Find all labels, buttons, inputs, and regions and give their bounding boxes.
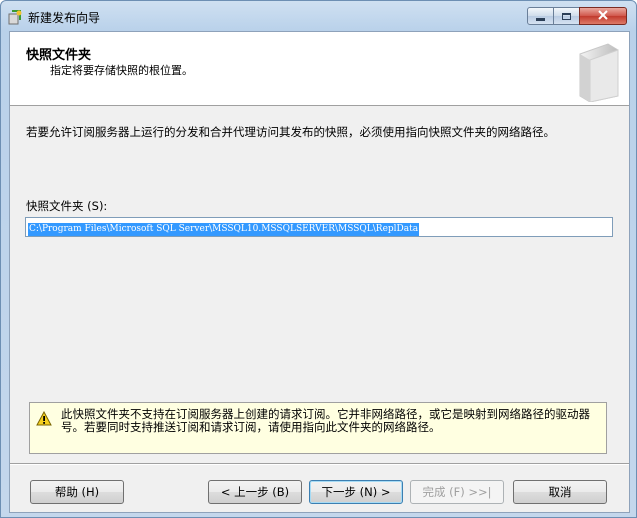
close-button[interactable] [579, 7, 627, 25]
snapshot-folder-input[interactable]: C:\Program Files\Microsoft SQL Server\MS… [25, 217, 613, 237]
previous-button[interactable]: < 上一步 (B) [208, 480, 302, 504]
wizard-body: 快照文件夹 指定将要存储快照的根位置。 若要允许订阅服务器上运行的分发和合并代理… [9, 31, 630, 513]
minimize-icon [536, 17, 545, 21]
warning-text: 此快照文件夹不支持在订阅服务器上创建的请求订阅。它并非网络路径，或它是映射到网络… [61, 407, 590, 434]
snapshot-folder-label: 快照文件夹 (S): [26, 198, 107, 214]
wizard-window: 新建发布向导 快照文件夹 指定将要存储快照的根位置。 若要允许订阅服务器上运行的… [0, 0, 637, 518]
close-icon [597, 9, 609, 23]
title-bar[interactable]: 新建发布向导 [1, 1, 636, 31]
minimize-button[interactable] [527, 7, 554, 25]
maximize-button[interactable] [553, 7, 580, 25]
finish-button[interactable]: 完成 (F) >>| [410, 480, 504, 504]
warning-icon [36, 410, 52, 426]
page-title: 快照文件夹 [26, 48, 92, 63]
cancel-button[interactable]: 取消 [513, 480, 607, 504]
snapshot-folder-value: C:\Program Files\Microsoft SQL Server\MS… [28, 223, 420, 236]
next-button[interactable]: 下一步 (N) > [309, 480, 403, 504]
page-subtitle: 指定将要存储快照的根位置。 [50, 64, 193, 77]
app-icon [7, 9, 23, 25]
help-button[interactable]: 帮助 (H) [30, 480, 124, 504]
warning-box: 此快照文件夹不支持在订阅服务器上创建的请求订阅。它并非网络路径，或它是映射到网络… [29, 402, 607, 454]
header-panel: 快照文件夹 指定将要存储快照的根位置。 [10, 32, 629, 106]
snapshot-folder-hotkey: (S): [87, 199, 108, 213]
maximize-icon [562, 12, 571, 20]
footer-divider [10, 463, 629, 465]
wizard-banner-icon [570, 40, 624, 103]
description-text: 若要允许订阅服务器上运行的分发和合并代理访问其发布的快照，必须使用指向快照文件夹… [26, 125, 555, 139]
window-title: 新建发布向导 [28, 11, 101, 25]
snapshot-folder-label-text: 快照文件夹 [26, 199, 84, 213]
